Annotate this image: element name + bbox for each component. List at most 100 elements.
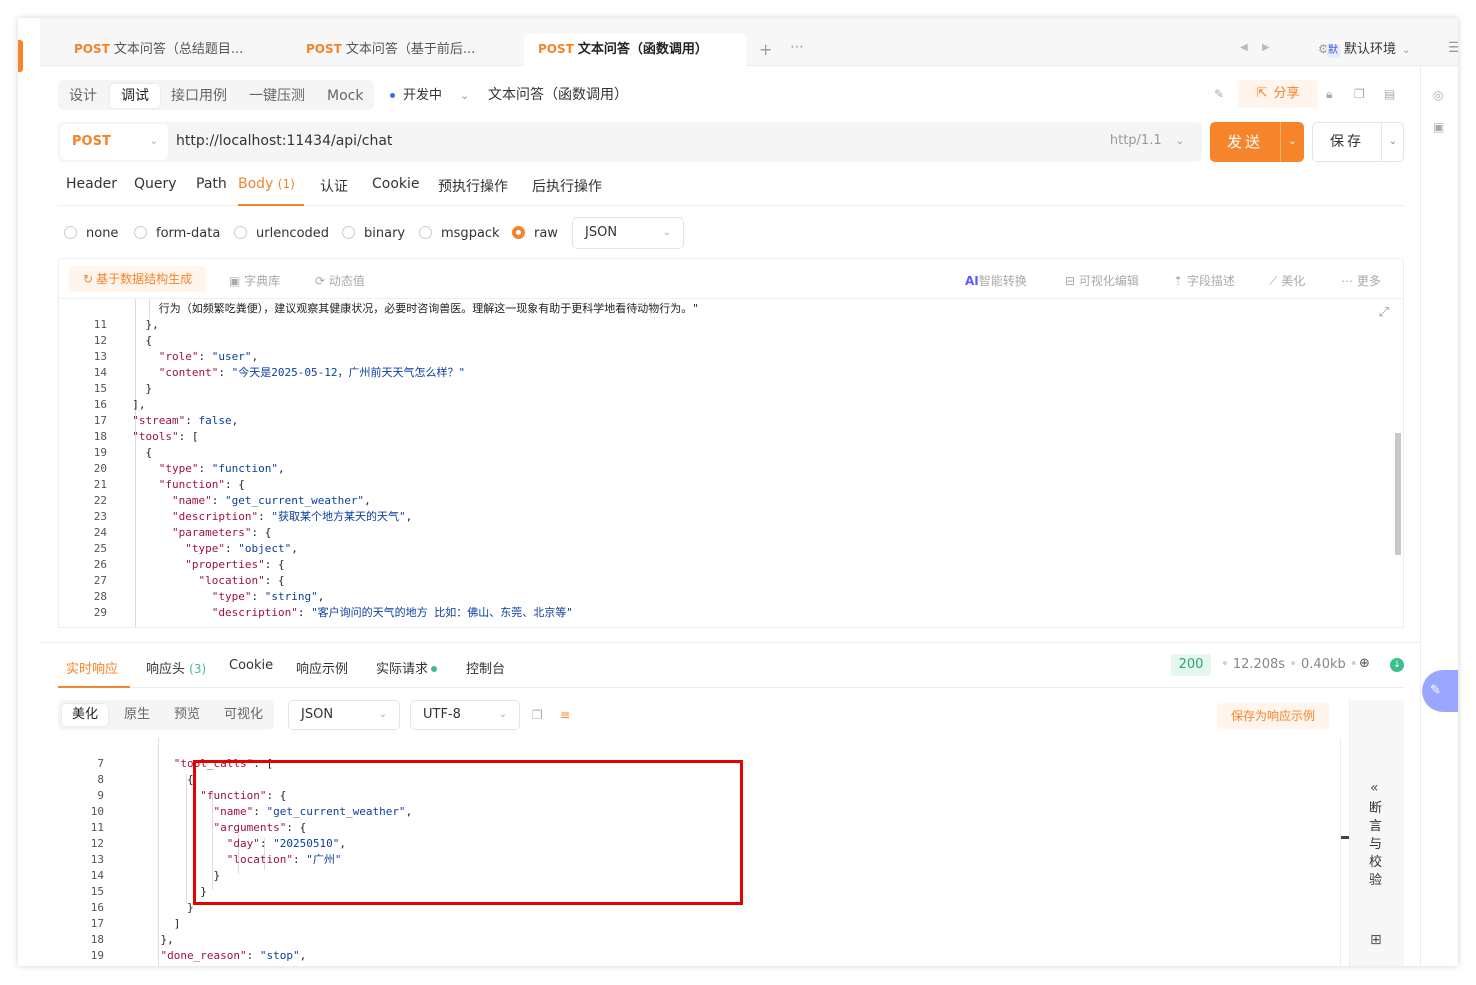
- method-label: POST: [72, 134, 111, 149]
- assertion-panel[interactable]: « 断言与校验 ⊞: [1349, 700, 1404, 966]
- tab-post-script[interactable]: 后执行操作: [532, 176, 602, 206]
- response-format-select[interactable]: JSON ⌄: [288, 700, 400, 730]
- code-text: "name": "get_current_weather",: [171, 494, 371, 507]
- archive-icon[interactable]: ▤: [1384, 87, 1395, 101]
- editor-scrollbar[interactable]: [1395, 433, 1401, 555]
- radio-msgpack[interactable]: msgpack: [419, 226, 500, 241]
- wrap-lines-icon[interactable]: ≡: [560, 708, 570, 722]
- code-text: "content": "今天是2025-05-12，广州前天天气怎么样？": [158, 366, 466, 379]
- line-number: 20: [93, 462, 107, 475]
- tab-context[interactable]: POST 文本问答（基于前后...: [292, 34, 517, 66]
- tab-header[interactable]: Header: [66, 176, 117, 206]
- tab-response-cookie[interactable]: Cookie: [229, 658, 273, 688]
- radio-binary[interactable]: binary: [342, 226, 405, 241]
- visual-edit-button[interactable]: ⊟ 可视化编辑: [1065, 272, 1139, 289]
- response-code-line: 12 "day": "20250510",: [58, 836, 346, 852]
- radio-label: none: [86, 226, 119, 241]
- method-select[interactable]: POST ⌄: [60, 124, 168, 160]
- ai-convert-button[interactable]: AI智能转换: [965, 272, 1027, 289]
- view-beautify[interactable]: 美化: [62, 704, 109, 726]
- line-number: 8: [97, 773, 104, 786]
- tab-auth[interactable]: 认证: [320, 176, 348, 206]
- copy-icon[interactable]: ❐: [1354, 87, 1365, 101]
- tab-function-call[interactable]: POST 文本问答（函数调用）: [524, 34, 746, 66]
- mode-debug[interactable]: 调试: [110, 84, 160, 108]
- tab-actual-request[interactable]: 实际请求: [376, 658, 438, 688]
- save-as-example-button[interactable]: 保存为响应示例: [1217, 703, 1330, 729]
- tab-title: 文本问答（总结题目...: [113, 42, 244, 57]
- beautify-button[interactable]: ⟋ 美化: [1269, 272, 1305, 289]
- url-bar: POST ⌄ http://localhost:11434/api/chat ht…: [58, 122, 1202, 162]
- add-tab-icon[interactable]: +: [759, 40, 772, 59]
- response-encoding-select[interactable]: UTF-8 ⌄: [410, 700, 520, 730]
- layout-grid-icon[interactable]: ⊞: [1370, 932, 1382, 948]
- tab-summary[interactable]: POST 文本问答（总结题目...: [60, 34, 285, 66]
- tab-path[interactable]: Path: [196, 176, 227, 206]
- globe-icon[interactable]: ⊕: [1359, 656, 1370, 671]
- share-button[interactable]: ⇱ 分享: [1238, 80, 1318, 108]
- download-icon[interactable]: ↓: [1390, 658, 1404, 672]
- view-preview[interactable]: 预览: [164, 704, 210, 726]
- response-scrollbar[interactable]: [1340, 738, 1349, 966]
- view-raw[interactable]: 原生: [114, 704, 160, 726]
- response-code-line: 18 },: [58, 932, 174, 948]
- response-format-label: JSON: [301, 707, 334, 722]
- tab-cookie[interactable]: Cookie: [372, 176, 420, 206]
- tab-live-response[interactable]: 实时响应: [58, 658, 130, 688]
- api-name[interactable]: 文本问答（函数调用）: [488, 84, 628, 104]
- body-format-select[interactable]: JSON ⌄: [572, 217, 684, 249]
- save-options-chevron-icon[interactable]: ⌄: [1381, 123, 1404, 161]
- save-button[interactable]: 保存 ⌄: [1312, 122, 1404, 162]
- radio-none[interactable]: none: [64, 226, 118, 241]
- tab-response-example[interactable]: 响应示例: [296, 658, 348, 688]
- copy-icon[interactable]: ❐: [532, 708, 543, 722]
- line-number: 22: [93, 494, 107, 507]
- expand-icon[interactable]: ⤢: [1379, 305, 1389, 320]
- assistant-float-icon[interactable]: ✎: [1422, 670, 1458, 712]
- environment-selector[interactable]: 默默认环境 ⌄: [1312, 38, 1410, 62]
- save-label: 保存: [1330, 134, 1364, 150]
- scroll-left-icon[interactable]: ◀: [1240, 42, 1248, 53]
- tab-query[interactable]: Query: [134, 176, 177, 206]
- tab-console[interactable]: 控制台: [466, 658, 505, 688]
- send-button[interactable]: 发送 ⌄: [1210, 122, 1304, 162]
- request-code-line: 19 {: [59, 445, 152, 461]
- response-code-line: 17 ]: [58, 916, 181, 932]
- mode-mock[interactable]: Mock: [316, 84, 374, 108]
- tab-response-headers[interactable]: 响应头 (3): [146, 658, 206, 688]
- status-selector[interactable]: 开发中 ⌄: [390, 84, 469, 103]
- tab-body[interactable]: Body (1): [238, 176, 304, 206]
- mode-design[interactable]: 设计: [58, 84, 108, 108]
- code-text: "function": {: [158, 478, 245, 491]
- field-desc-button[interactable]: ⇡ 字段描述: [1173, 272, 1235, 289]
- status-label: 开发中: [403, 88, 443, 103]
- dictionary-button[interactable]: ▣ 字典库: [229, 272, 280, 289]
- radio-raw[interactable]: raw: [512, 226, 558, 241]
- url-input[interactable]: http://localhost:11434/api/chat: [176, 133, 392, 149]
- more-button[interactable]: ⋯ 更多: [1341, 272, 1381, 289]
- scroll-right-icon[interactable]: ▶: [1262, 42, 1270, 53]
- edit-note-icon[interactable]: ✎: [1214, 87, 1224, 101]
- lock-icon[interactable]: 🔒︎: [1326, 87, 1332, 102]
- dynamic-value-button[interactable]: ⟳ 动态值: [315, 272, 365, 289]
- radio-form-data[interactable]: form-data: [134, 226, 220, 241]
- code-icon[interactable]: ▣: [1433, 120, 1444, 134]
- protocol-select[interactable]: http/1.1 ⌄: [1110, 133, 1184, 148]
- scroll-thumb[interactable]: [1341, 836, 1349, 839]
- tab-bar: POST 文本问答（总结题目... POST 文本问答（基于前后... POST 文本…: [40, 18, 1458, 66]
- request-body-editor[interactable]: 行为（如频繁吃粪便），建议观察其健康状况，必要时咨询兽医。理解这一现象有助于更科…: [58, 298, 1404, 628]
- line-number: 29: [93, 606, 107, 619]
- radio-urlencoded[interactable]: urlencoded: [234, 226, 329, 241]
- check-circle-icon[interactable]: ◎: [1433, 88, 1443, 102]
- collapse-arrow-icon[interactable]: «: [1370, 780, 1379, 796]
- mode-load-test[interactable]: 一键压测: [238, 84, 316, 108]
- generate-from-schema-button[interactable]: ↻ 基于数据结构生成: [69, 266, 207, 292]
- radio-label: urlencoded: [256, 226, 330, 241]
- section-divider: [40, 642, 1420, 643]
- menu-icon[interactable]: ☰: [1448, 40, 1458, 56]
- send-options-chevron-icon[interactable]: ⌄: [1280, 122, 1304, 162]
- tab-pre-script[interactable]: 预执行操作: [438, 176, 508, 206]
- mode-test-cases[interactable]: 接口用例: [160, 84, 238, 108]
- view-visualize[interactable]: 可视化: [214, 704, 273, 726]
- more-tabs-icon[interactable]: ⋯: [790, 39, 804, 55]
